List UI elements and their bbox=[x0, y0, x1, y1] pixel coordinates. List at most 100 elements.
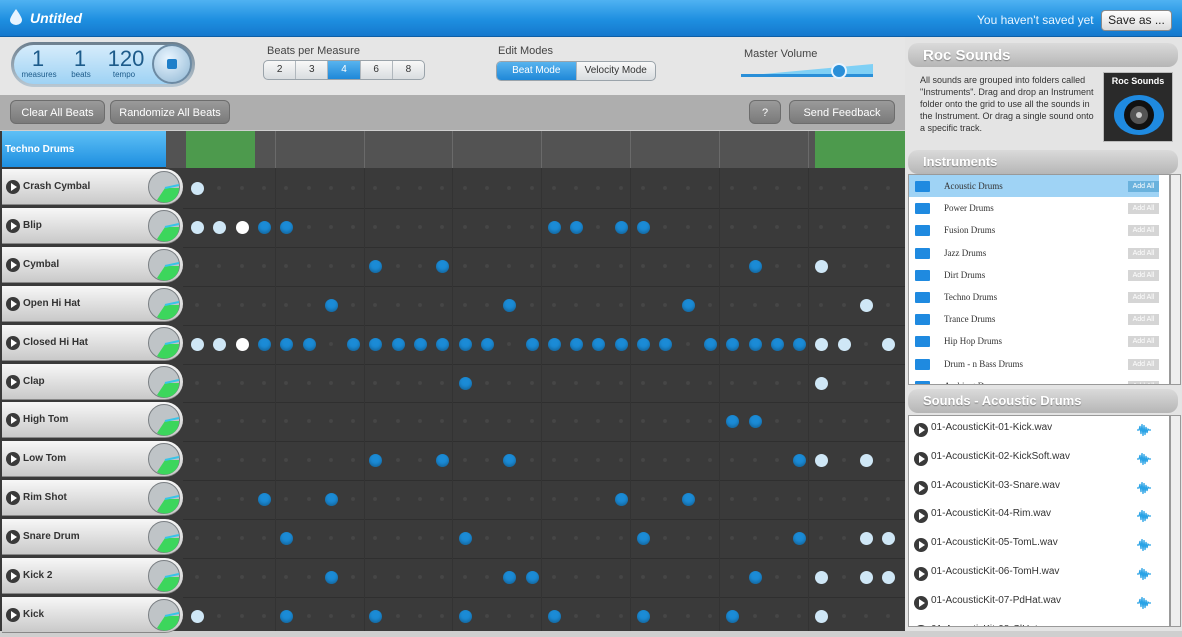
play-icon[interactable] bbox=[914, 451, 928, 466]
beat-cell[interactable] bbox=[529, 497, 534, 502]
beat-cell[interactable] bbox=[284, 302, 289, 307]
beat-cell-active[interactable] bbox=[302, 337, 316, 351]
beat-cell[interactable] bbox=[195, 302, 199, 307]
beat-cell-active[interactable] bbox=[681, 298, 695, 312]
beat-cell-active[interactable] bbox=[793, 337, 807, 351]
instrument-item[interactable]: Jazz Drums Add All bbox=[909, 242, 1159, 264]
beat-cell-active[interactable] bbox=[815, 376, 829, 390]
beat-cell[interactable] bbox=[306, 186, 311, 190]
play-icon[interactable] bbox=[914, 480, 928, 495]
beat-cell[interactable] bbox=[261, 186, 266, 190]
beat-cell[interactable] bbox=[841, 380, 846, 385]
beat-cell[interactable] bbox=[306, 380, 311, 385]
beat-cell-active[interactable] bbox=[748, 259, 762, 273]
sound-item[interactable]: 01-AcousticKit-06-TomH.wav bbox=[909, 560, 1159, 589]
add-all-button[interactable]: Add All bbox=[1128, 314, 1159, 326]
beat-cell-active[interactable] bbox=[235, 220, 249, 234]
beat-cell-active[interactable] bbox=[681, 493, 695, 507]
instrument-item[interactable]: Techno Drums Add All bbox=[909, 286, 1159, 308]
track-volume-knob[interactable] bbox=[148, 326, 180, 359]
beat-cell-active[interactable] bbox=[860, 571, 873, 584]
beat-cell[interactable] bbox=[752, 302, 757, 307]
track-kick-2[interactable]: Kick 2 bbox=[2, 558, 183, 594]
beat-cell[interactable] bbox=[306, 497, 311, 502]
track-rim-shot[interactable]: Rim Shot bbox=[2, 480, 183, 517]
track-play-icon[interactable] bbox=[6, 374, 20, 389]
track-play-icon[interactable] bbox=[6, 607, 20, 622]
beat-cell[interactable] bbox=[574, 302, 579, 307]
beat-cell[interactable] bbox=[774, 575, 779, 579]
beat-cell-active[interactable] bbox=[257, 220, 271, 234]
beat-cell[interactable] bbox=[596, 380, 601, 385]
beat-cell[interactable] bbox=[774, 380, 779, 385]
track-play-icon[interactable] bbox=[6, 530, 20, 545]
beat-cell-active[interactable] bbox=[547, 337, 561, 351]
track-snare-drum[interactable]: Snare Drum bbox=[2, 519, 183, 556]
beat-cell[interactable] bbox=[351, 380, 356, 385]
beat-cell[interactable] bbox=[797, 302, 802, 307]
beat-cell[interactable] bbox=[239, 186, 244, 190]
beat-cell[interactable] bbox=[685, 186, 690, 190]
beat-cell[interactable] bbox=[284, 380, 289, 385]
beat-cell[interactable] bbox=[618, 380, 623, 385]
track-play-icon[interactable] bbox=[6, 335, 20, 350]
beat-cell[interactable] bbox=[864, 613, 868, 618]
beat-cell-active[interactable] bbox=[614, 220, 628, 234]
beat-cell-active[interactable] bbox=[726, 609, 740, 623]
beat-cell[interactable] bbox=[306, 302, 311, 307]
beat-cell[interactable] bbox=[841, 263, 846, 268]
beat-cell-active[interactable] bbox=[547, 220, 561, 234]
beat-cell-active[interactable] bbox=[770, 337, 784, 351]
beat-cell[interactable] bbox=[395, 263, 400, 268]
beat-cell[interactable] bbox=[752, 497, 757, 502]
beat-cell-active[interactable] bbox=[191, 182, 204, 195]
beat-cell-active[interactable] bbox=[436, 337, 450, 351]
track-clap[interactable]: Clap bbox=[2, 363, 183, 400]
beat-cell-active[interactable] bbox=[480, 337, 494, 351]
beat-cell[interactable] bbox=[529, 458, 534, 463]
beat-cell[interactable] bbox=[239, 497, 244, 502]
beat-cell-active[interactable] bbox=[280, 609, 294, 623]
play-icon[interactable] bbox=[914, 624, 928, 626]
beat-cell[interactable] bbox=[462, 263, 467, 268]
play-icon[interactable] bbox=[914, 538, 928, 553]
beat-cell[interactable] bbox=[551, 575, 556, 579]
beat-cell[interactable] bbox=[685, 458, 690, 463]
beat-cell-active[interactable] bbox=[280, 337, 294, 351]
beat-cell[interactable] bbox=[328, 380, 333, 385]
beat-cell[interactable] bbox=[261, 613, 266, 618]
beat-cell[interactable] bbox=[864, 186, 868, 190]
beat-cell[interactable] bbox=[306, 419, 311, 424]
beat-cell[interactable] bbox=[395, 536, 400, 541]
beat-cell[interactable] bbox=[841, 302, 846, 307]
track-volume-knob[interactable] bbox=[148, 365, 180, 398]
beat-cell[interactable] bbox=[351, 224, 356, 229]
beat-cell[interactable] bbox=[752, 380, 757, 385]
beat-cell[interactable] bbox=[886, 380, 891, 385]
beat-cell[interactable] bbox=[864, 224, 868, 229]
beat-cell[interactable] bbox=[395, 302, 400, 307]
beat-cell[interactable] bbox=[484, 613, 489, 618]
beat-cell-active[interactable] bbox=[324, 571, 338, 584]
beat-cell[interactable] bbox=[529, 380, 534, 385]
beat-cell-active[interactable] bbox=[525, 571, 539, 584]
beat-cell[interactable] bbox=[774, 497, 779, 502]
beat-cell[interactable] bbox=[574, 263, 579, 268]
beat-cell-active[interactable] bbox=[637, 532, 650, 546]
beat-cell-active[interactable] bbox=[213, 337, 227, 351]
beat-cell[interactable] bbox=[239, 380, 244, 385]
beat-cell[interactable] bbox=[351, 263, 356, 268]
beat-cell-active[interactable] bbox=[860, 532, 873, 546]
beat-cell[interactable] bbox=[239, 458, 244, 463]
beat-cell[interactable] bbox=[529, 302, 534, 307]
beat-cell[interactable] bbox=[864, 341, 868, 346]
beat-cell[interactable] bbox=[418, 186, 422, 190]
beat-cell[interactable] bbox=[551, 186, 556, 190]
beat-cell[interactable] bbox=[774, 302, 779, 307]
track-volume-knob[interactable] bbox=[148, 482, 180, 515]
beat-cell-active[interactable] bbox=[191, 220, 204, 234]
beat-cell[interactable] bbox=[418, 224, 422, 229]
beat-cell[interactable] bbox=[618, 186, 623, 190]
beat-cell[interactable] bbox=[641, 263, 645, 268]
bpm-option-2[interactable]: 2 bbox=[264, 61, 297, 79]
